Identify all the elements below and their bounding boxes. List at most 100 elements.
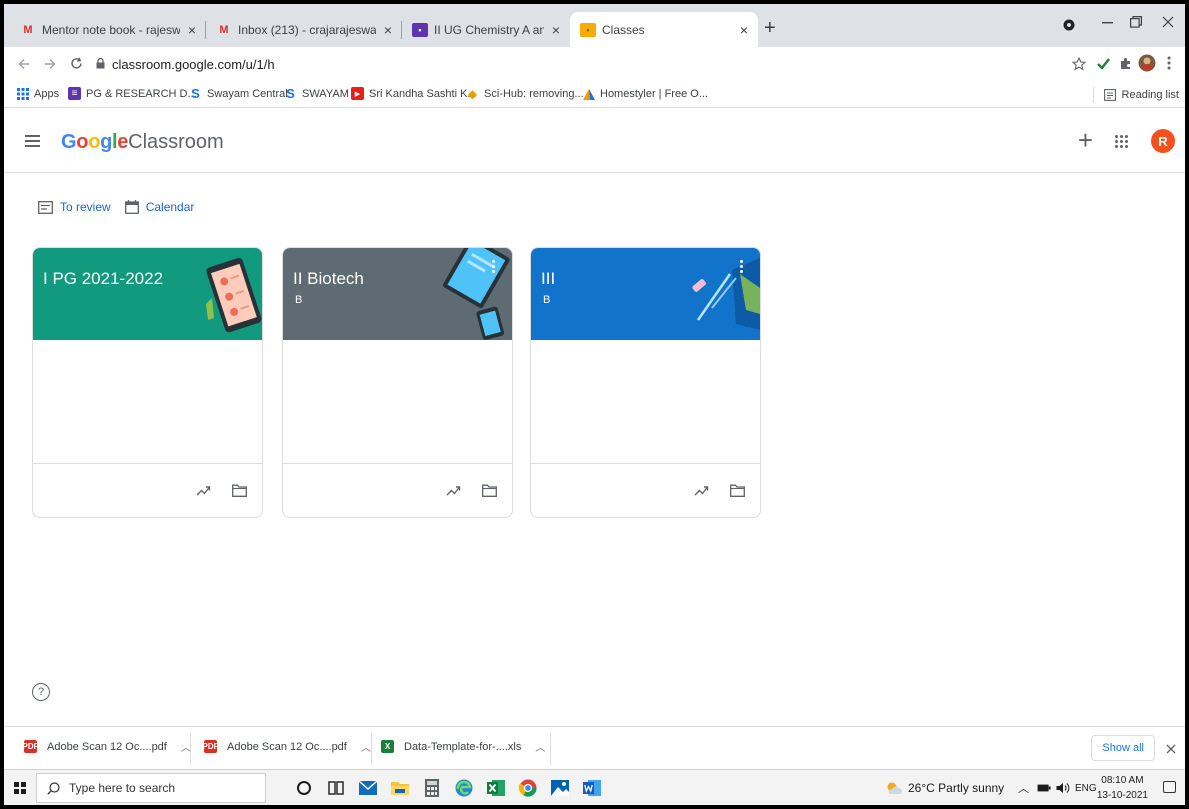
bookmark-star-icon[interactable] bbox=[1072, 57, 1086, 71]
volume-icon[interactable] bbox=[1056, 782, 1070, 794]
bookmark-label: PG & RESEARCH D... bbox=[86, 87, 197, 100]
tab-close-icon[interactable]: × bbox=[740, 22, 748, 38]
browser-menu-icon[interactable] bbox=[1167, 56, 1171, 70]
class-title[interactable]: III bbox=[541, 269, 555, 289]
download-divider bbox=[371, 733, 372, 765]
download-item[interactable]: PDF Adobe Scan 12 Oc....pdf ︿ bbox=[203, 739, 371, 754]
extension-check-icon[interactable] bbox=[1097, 57, 1110, 70]
folder-icon[interactable] bbox=[232, 484, 247, 497]
class-card[interactable]: I PG 2021-2022 bbox=[32, 247, 263, 518]
new-tab-button[interactable]: + bbox=[764, 18, 776, 38]
tab-strip: M Mentor note book - rajeswaricha × M In… bbox=[4, 4, 1185, 47]
chevron-up-icon[interactable]: ︿ bbox=[535, 739, 545, 754]
tab-close-icon[interactable]: × bbox=[188, 22, 196, 38]
reload-icon[interactable] bbox=[70, 57, 83, 70]
reading-list-button[interactable]: Reading list bbox=[1092, 87, 1179, 103]
bookmark-homestyler[interactable]: Homestyler | Free O... bbox=[582, 87, 708, 100]
youtube-icon: ▶ bbox=[351, 87, 364, 100]
file-explorer-icon[interactable] bbox=[390, 778, 410, 798]
back-icon[interactable] bbox=[18, 58, 30, 70]
download-item[interactable]: X Data-Template-for-....xls ︿ bbox=[381, 739, 545, 754]
gradebook-trend-icon[interactable] bbox=[196, 485, 211, 497]
photos-icon[interactable] bbox=[550, 778, 570, 798]
classroom-logo[interactable]: GoogleClassroom bbox=[61, 131, 224, 154]
calendar-link[interactable]: Calendar bbox=[124, 200, 194, 214]
classroom-icon: ▪ bbox=[580, 22, 596, 37]
download-filename: Adobe Scan 12 Oc....pdf bbox=[227, 740, 347, 753]
class-card-banner: III B bbox=[531, 248, 760, 340]
profile-avatar-icon[interactable] bbox=[1138, 54, 1156, 72]
task-view-icon[interactable] bbox=[326, 778, 346, 798]
taskbar-search-box[interactable]: Type here to search bbox=[36, 773, 266, 803]
apps-grid-icon bbox=[16, 87, 29, 100]
class-options-icon[interactable] bbox=[492, 260, 496, 276]
class-options-icon[interactable] bbox=[740, 260, 744, 276]
browser-toolbar: classroom.google.com/u/1/h bbox=[4, 47, 1185, 82]
tab-inbox[interactable]: M Inbox (213) - crajarajeswari.chem × bbox=[206, 12, 402, 47]
class-card[interactable]: II Biotech B bbox=[282, 247, 513, 518]
edge-browser-icon[interactable] bbox=[454, 778, 474, 798]
weather-widget[interactable]: 26°C Partly sunny bbox=[886, 770, 1004, 805]
tab-close-icon[interactable]: × bbox=[552, 22, 560, 38]
close-downloads-icon[interactable] bbox=[1166, 744, 1176, 754]
class-title[interactable]: I PG 2021-2022 bbox=[43, 269, 163, 289]
calendar-icon bbox=[124, 200, 139, 214]
extensions-puzzle-icon[interactable] bbox=[1119, 57, 1132, 70]
excel-icon[interactable] bbox=[486, 778, 506, 798]
address-bar[interactable]: classroom.google.com/u/1/h bbox=[94, 51, 1094, 79]
reading-list-label: Reading list bbox=[1121, 89, 1179, 101]
tab-close-icon[interactable]: × bbox=[384, 22, 392, 38]
bookmark-label: Apps bbox=[34, 87, 60, 100]
class-title[interactable]: II Biotech bbox=[293, 269, 364, 289]
google-apps-icon[interactable] bbox=[1115, 135, 1129, 149]
scihub-icon: ◆ bbox=[467, 86, 478, 101]
folder-icon[interactable] bbox=[730, 484, 745, 497]
tab-ii-ug-chemistry[interactable]: ▪ II UG Chemistry A and B × bbox=[402, 12, 570, 47]
word-icon[interactable] bbox=[582, 778, 602, 798]
bookmark-swayam-central[interactable]: S Swayam Central bbox=[189, 86, 288, 101]
gradebook-trend-icon[interactable] bbox=[694, 485, 709, 497]
tab-mentor-note-book[interactable]: M Mentor note book - rajeswaricha × bbox=[10, 12, 206, 47]
bookmark-pg-research[interactable]: ≡ PG & RESEARCH D... bbox=[68, 87, 197, 100]
forward-icon[interactable] bbox=[44, 58, 56, 70]
class-section: B bbox=[543, 294, 551, 306]
main-menu-icon[interactable] bbox=[25, 135, 40, 147]
restore-icon[interactable] bbox=[1130, 16, 1142, 28]
close-window-icon[interactable] bbox=[1162, 16, 1174, 28]
show-all-downloads-button[interactable]: Show all bbox=[1091, 735, 1155, 761]
bookmark-label: Sci-Hub: removing... bbox=[484, 87, 584, 100]
bookmark-apps[interactable]: Apps bbox=[16, 87, 59, 100]
chevron-up-icon[interactable]: ︿ bbox=[1018, 780, 1029, 796]
class-banner-illustration bbox=[692, 258, 760, 330]
windows-start-icon[interactable] bbox=[14, 782, 26, 794]
class-card[interactable]: III B bbox=[530, 247, 761, 518]
calculator-icon[interactable] bbox=[422, 778, 442, 798]
minimize-icon[interactable] bbox=[1102, 22, 1113, 24]
battery-icon[interactable] bbox=[1037, 783, 1051, 793]
folder-icon[interactable] bbox=[482, 484, 497, 497]
bookmark-label: Homestyler | Free O... bbox=[600, 87, 708, 100]
to-review-link[interactable]: To review bbox=[38, 200, 111, 214]
download-divider bbox=[190, 733, 191, 765]
tab-classes[interactable]: ▪ Classes × bbox=[570, 12, 758, 47]
bookmark-sci-hub[interactable]: ◆ Sci-Hub: removing... bbox=[466, 86, 584, 101]
download-item[interactable]: PDF Adobe Scan 12 Oc....pdf ︿ bbox=[23, 739, 191, 754]
chevron-up-icon[interactable]: ︿ bbox=[361, 739, 371, 754]
bookmark-swayam[interactable]: S SWAYAM bbox=[284, 86, 349, 101]
browser-window: M Mentor note book - rajeswaricha × M In… bbox=[4, 4, 1185, 805]
notification-center-icon[interactable] bbox=[1163, 781, 1176, 793]
bookmark-label: Sri Kandha Sashti K... bbox=[369, 87, 477, 100]
bookmark-sri-kandha[interactable]: ▶ Sri Kandha Sashti K... bbox=[351, 87, 477, 100]
chrome-icon[interactable] bbox=[518, 778, 538, 798]
help-icon[interactable]: ? bbox=[32, 683, 50, 701]
create-join-class-button[interactable]: + bbox=[1078, 127, 1093, 153]
clock-date: 13-10-2021 bbox=[1096, 790, 1148, 801]
tab-search-icon[interactable] bbox=[1062, 18, 1076, 32]
mail-app-icon[interactable] bbox=[358, 778, 378, 798]
gradebook-trend-icon[interactable] bbox=[446, 485, 461, 497]
input-language-indicator[interactable]: ENG bbox=[1075, 783, 1097, 794]
cortana-icon[interactable] bbox=[294, 778, 314, 798]
taskbar-clock[interactable]: 08:10 AM 13-10-2021 bbox=[1097, 773, 1148, 803]
account-avatar[interactable]: R bbox=[1151, 129, 1175, 153]
class-card-banner: I PG 2021-2022 bbox=[33, 248, 262, 340]
